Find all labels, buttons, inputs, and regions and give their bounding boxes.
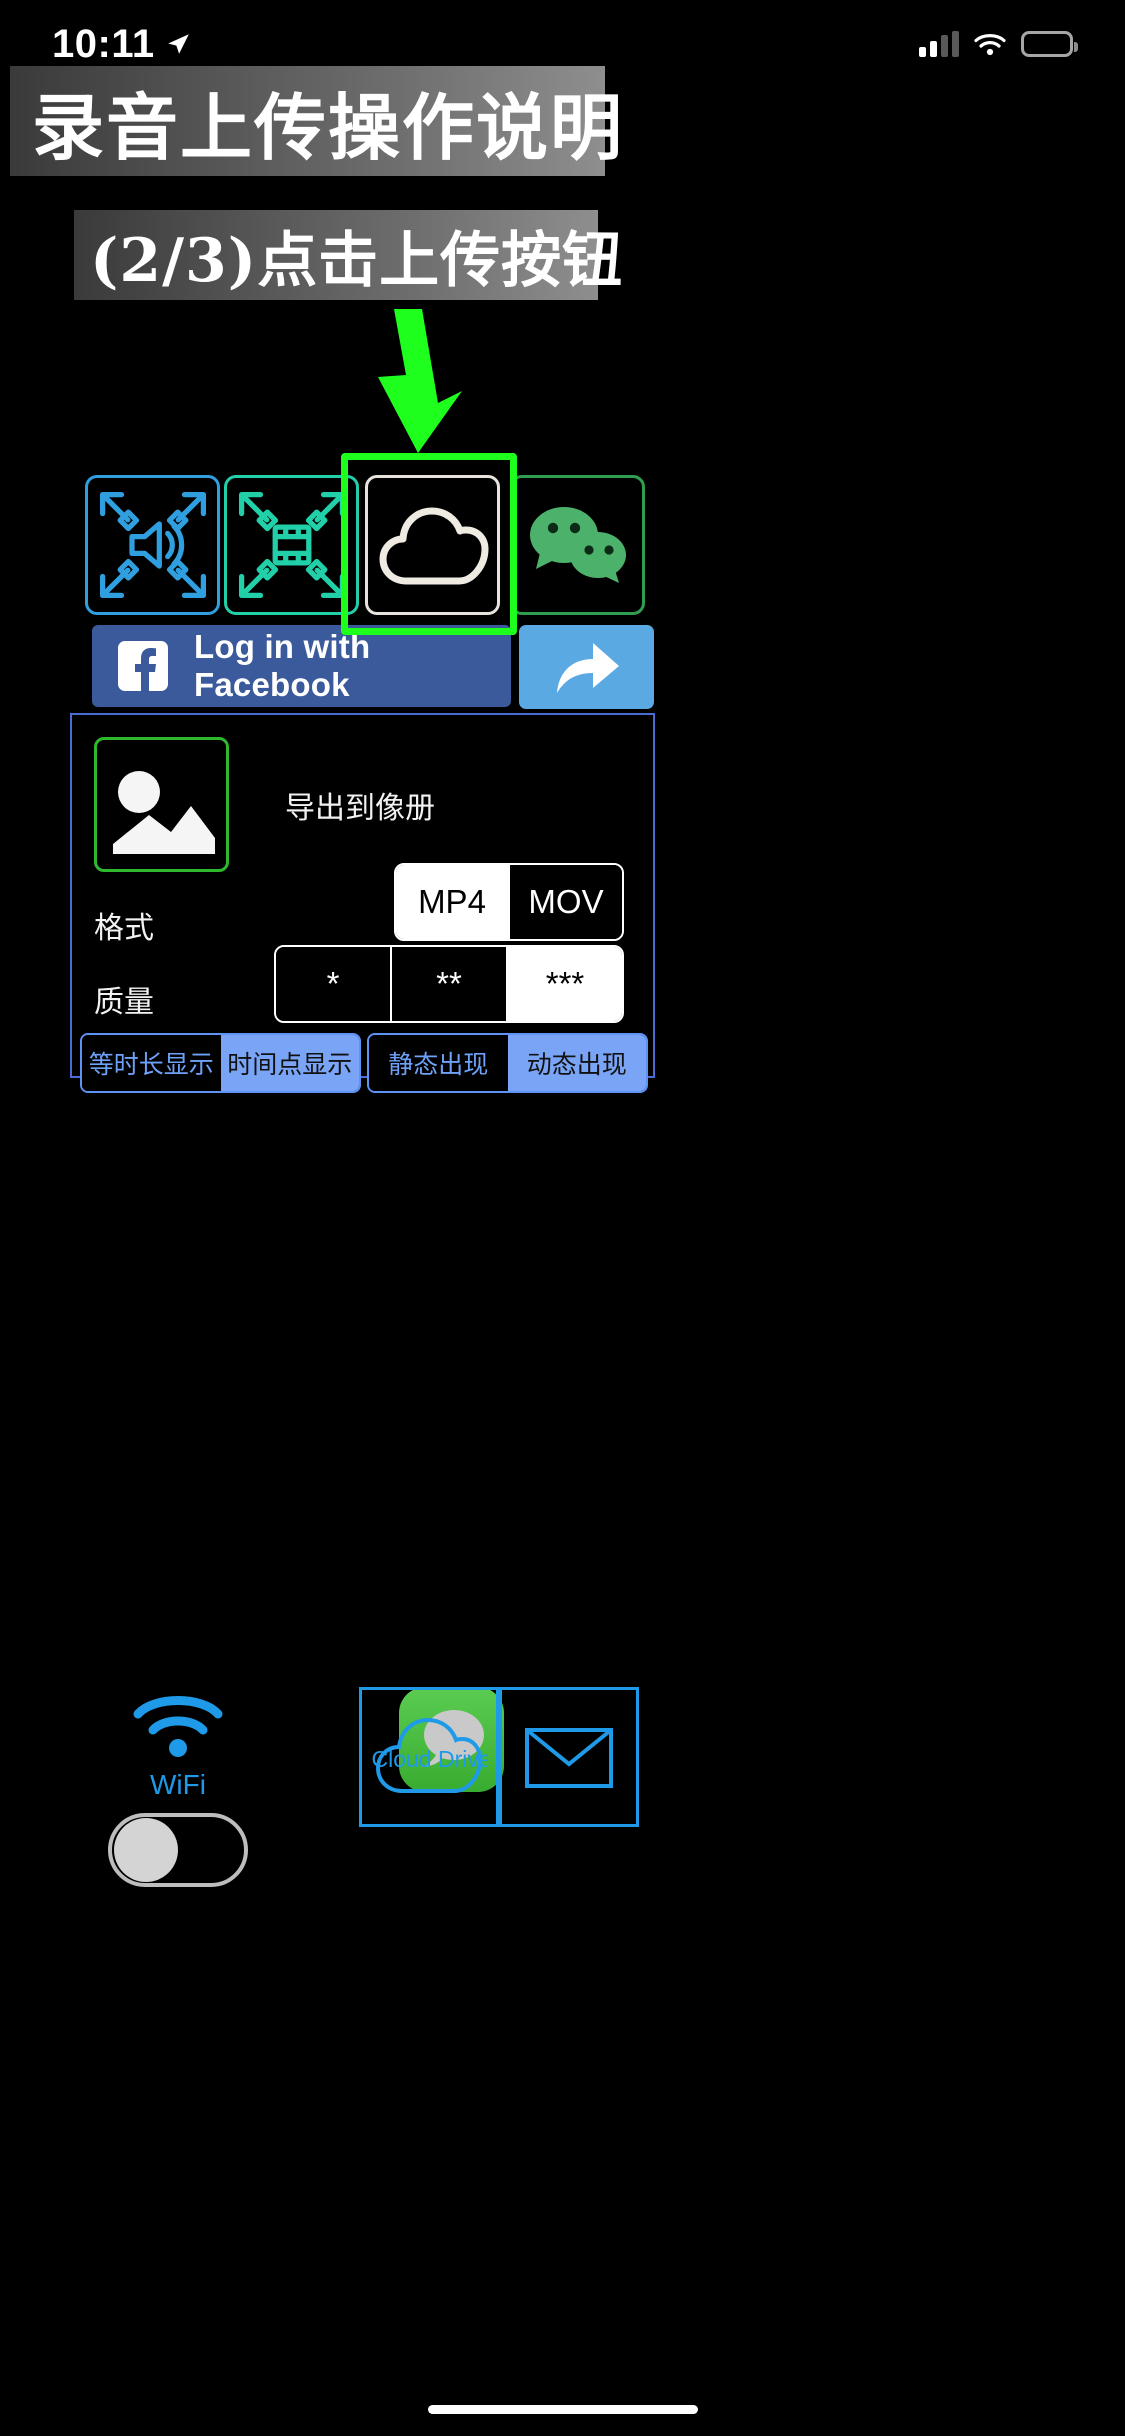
wechat-tile[interactable] [510,475,645,615]
share-button[interactable] [518,625,654,709]
cloud-icon [379,507,488,585]
video-expand-tile[interactable] [224,475,359,615]
share-arrow-icon [557,643,620,693]
clock-label: 10:11 [52,21,155,66]
export-settings-panel: 导出到像册 格式 质量 MP4 MOV * ** *** 等时长显示 时间点显示… [70,713,655,1093]
format-option-mov[interactable]: MOV [510,865,622,939]
step-instruction-banner: (2/3)点击上传按钮 [74,210,622,300]
icloud-drive-tile[interactable]: iCloud Drive [359,1687,499,1827]
format-row-label: 格式 [94,912,154,945]
quality-option-medium[interactable]: ** [392,947,508,1021]
facebook-f-icon [118,641,168,691]
icloud-drive-icon: iCloud Drive [370,1717,488,1793]
appearance-mode-dynamic[interactable]: 动态出现 [507,1035,646,1091]
display-mode-strip: 等时长显示 时间点显示 静态出现 动态出现 [80,1033,648,1093]
export-photo-row: 导出到像册 [72,715,653,872]
wifi-group: WiFi [88,1690,268,1910]
home-indicator [427,2405,698,2414]
share-target-icon-row [85,475,645,615]
quality-row-label: 质量 [94,986,154,1019]
wifi-label: WiFi [150,1769,206,1800]
film-expand-icon [238,491,345,599]
display-mode-timepoint[interactable]: 时间点显示 [220,1035,359,1091]
wechat-icon [529,507,626,583]
quality-option-high[interactable]: *** [508,947,622,1021]
appearance-mode-control[interactable]: 静态出现 动态出现 [367,1033,648,1093]
cloud-upload-tile[interactable] [365,475,500,615]
wifi-toggle-knob [114,1818,178,1882]
login-share-row: Log in with Facebook [92,625,654,709]
photo-image-icon[interactable] [94,737,229,872]
svg-text:iCloud Drive: iCloud Drive [370,1746,488,1772]
wifi-toggle[interactable] [108,1813,248,1887]
status-bar-left: 10:11 [52,22,191,67]
cellular-signal-icon [919,31,959,57]
down-arrow-annotation [378,309,462,453]
mail-envelope-icon [525,1728,613,1788]
format-option-mp4[interactable]: MP4 [396,865,510,939]
appearance-mode-static[interactable]: 静态出现 [369,1035,508,1091]
export-to-album-label: 导出到像册 [285,791,435,825]
display-mode-equal-duration[interactable]: 等时长显示 [82,1035,221,1091]
phone-screen: 10:11 录音上传操作说明 (2/3)点击上传按钮 Log in with F… [0,0,1125,2436]
page-title-banner: 录音上传操作说明 [10,66,622,176]
mail-tile[interactable] [499,1687,639,1827]
audio-expand-tile[interactable] [85,475,220,615]
facebook-login-label: Log in with Facebook [194,628,371,703]
display-mode-control[interactable]: 等时长显示 时间点显示 [80,1033,361,1093]
facebook-login-button[interactable]: Log in with Facebook [92,625,511,707]
quality-segmented-control[interactable]: * ** *** [274,945,624,1023]
speaker-expand-icon [99,491,206,599]
wifi-icon [133,1696,223,1757]
quality-option-low[interactable]: * [276,947,392,1021]
wifi-icon [974,34,1006,56]
format-segmented-control[interactable]: MP4 MOV [394,863,624,941]
status-bar-right [919,31,1078,57]
battery-icon [1021,31,1078,57]
location-arrow-icon [167,34,189,54]
